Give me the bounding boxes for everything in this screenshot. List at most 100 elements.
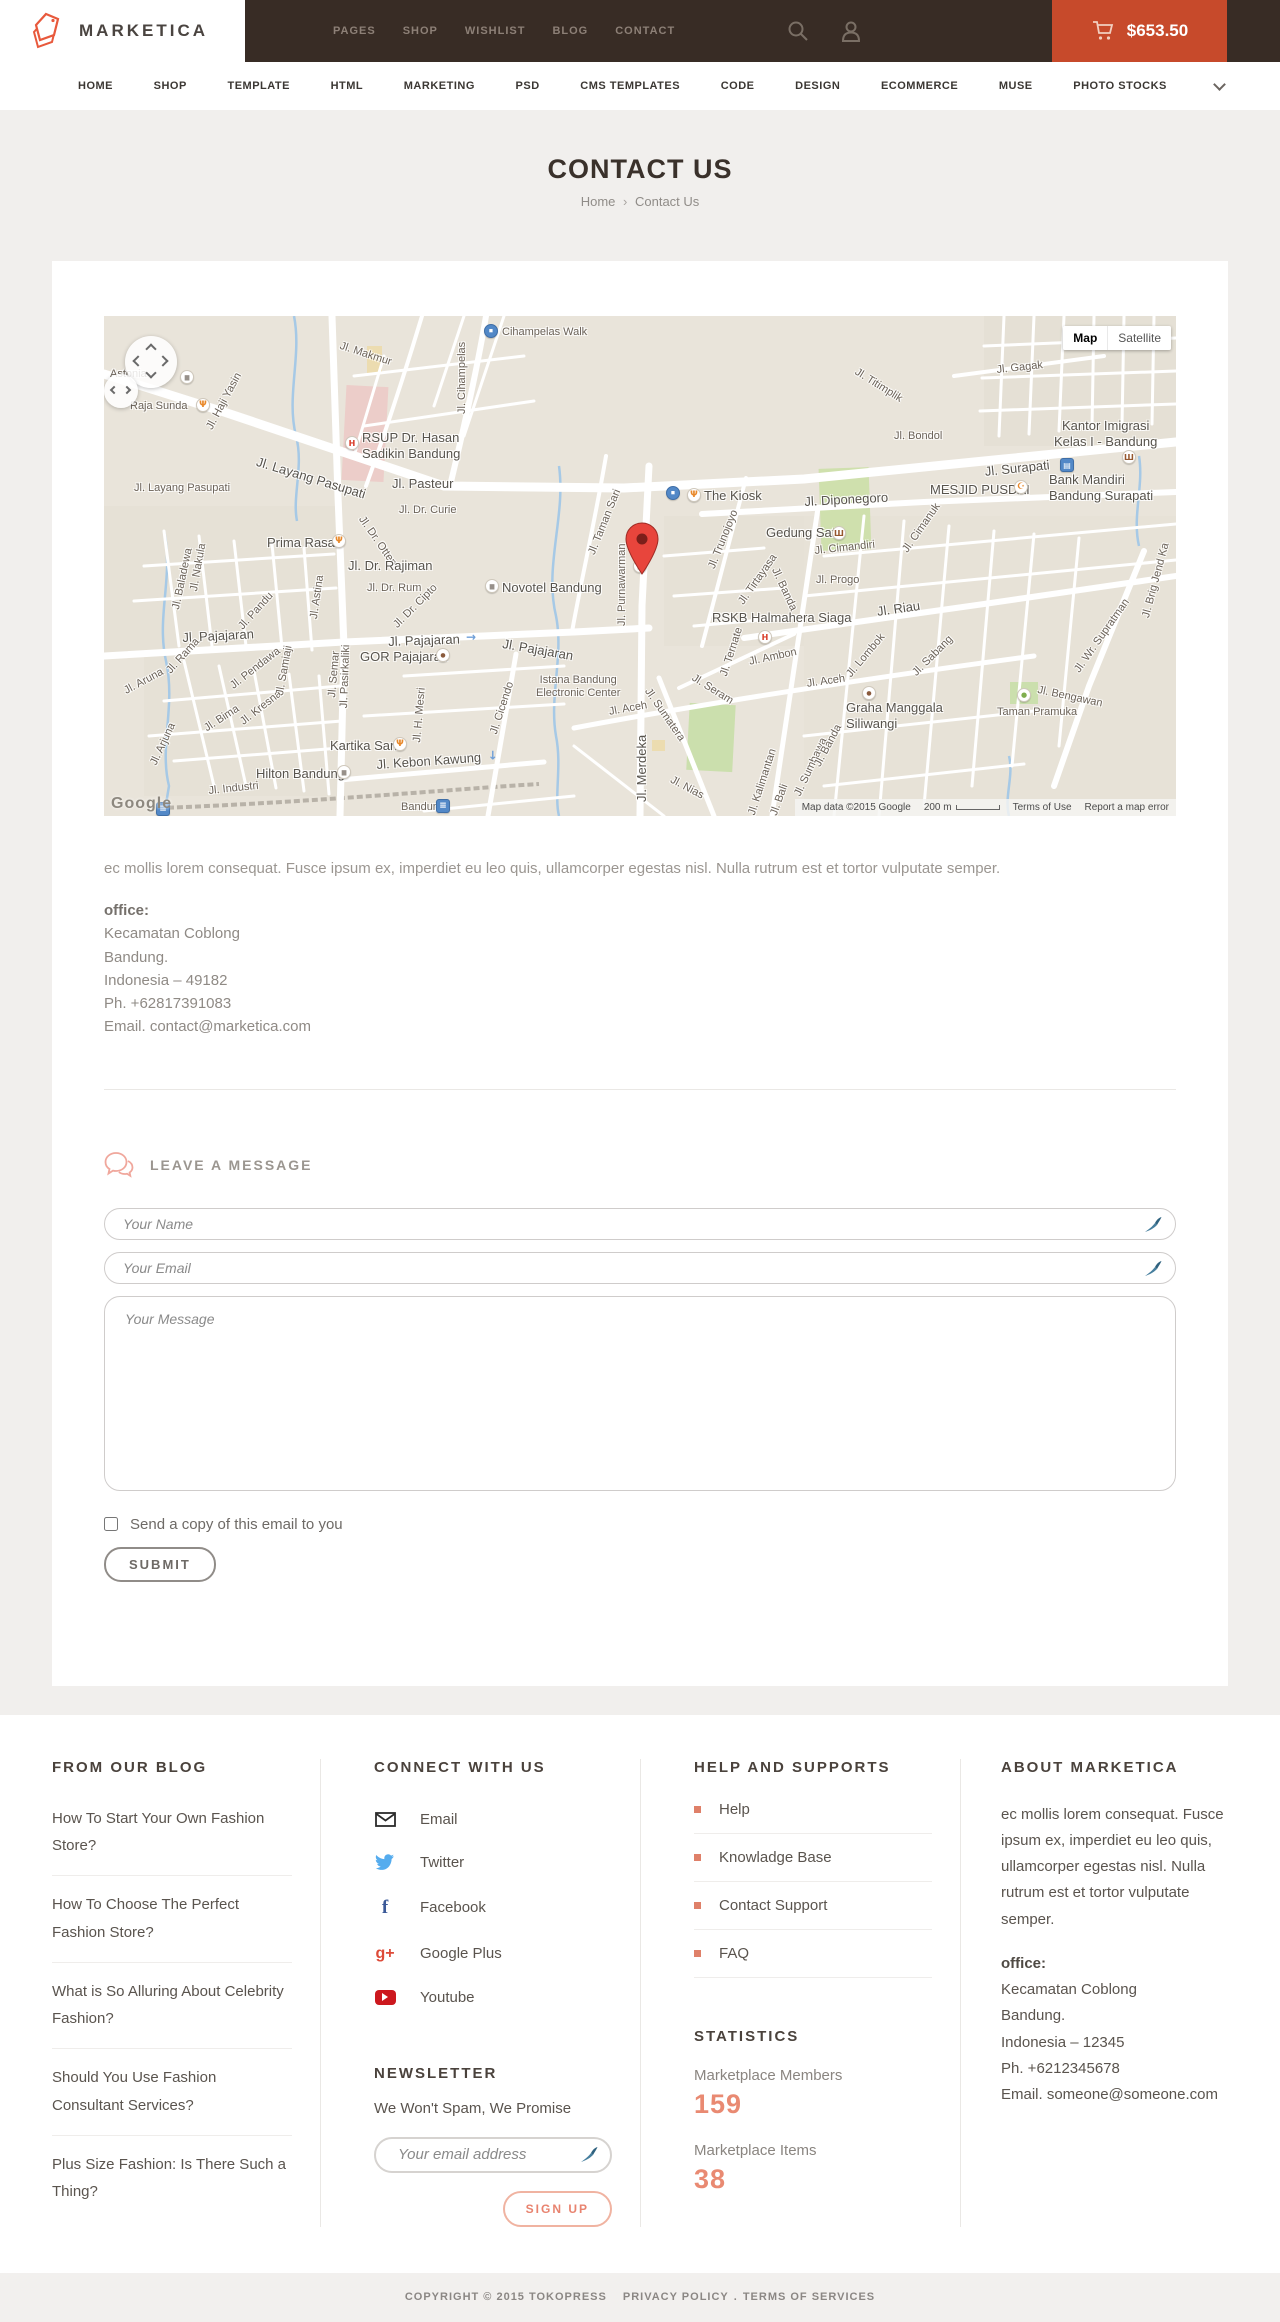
office-label: office: bbox=[1001, 1954, 1046, 1972]
connect-facebook[interactable]: f Facebook bbox=[374, 1884, 612, 1932]
top-nav-item[interactable]: SHOP bbox=[403, 25, 438, 37]
map-poi-icon bbox=[464, 630, 478, 644]
category-nav-item[interactable]: CMS TEMPLATES bbox=[580, 80, 680, 92]
map-attribution: Map data ©2015 Google 200 m Terms of Use… bbox=[794, 799, 1176, 816]
square-bullet-icon bbox=[694, 1853, 701, 1861]
map-poi-icon bbox=[485, 579, 499, 593]
category-nav-item[interactable]: ECOMMERCE bbox=[881, 80, 958, 92]
connect-email[interactable]: Email bbox=[374, 1798, 612, 1841]
breadcrumb-home[interactable]: Home bbox=[581, 194, 616, 209]
connect-twitter[interactable]: Twitter bbox=[374, 1841, 612, 1884]
map-view-button[interactable]: Map bbox=[1063, 326, 1108, 350]
category-nav-item[interactable]: PHOTO STOCKS bbox=[1073, 80, 1167, 92]
privacy-policy-link[interactable]: PRIVACY POLICY bbox=[623, 2291, 729, 2303]
connect-googleplus[interactable]: g+ Google Plus bbox=[374, 1932, 612, 1976]
account-icon[interactable] bbox=[841, 20, 861, 42]
map-street-label: Jl. Progo bbox=[816, 574, 860, 586]
map-secondary-control[interactable] bbox=[104, 374, 138, 408]
terms-link[interactable]: TERMS OF SERVICES bbox=[743, 2291, 875, 2303]
connect-label: Twitter bbox=[420, 1853, 465, 1871]
stat-value: 159 bbox=[694, 2088, 743, 2119]
map-poi-icon bbox=[666, 486, 680, 500]
map-street-label: Taman Pramuka bbox=[997, 706, 1078, 718]
pan-right-icon[interactable] bbox=[157, 355, 169, 367]
statistics-heading: STATISTICS bbox=[694, 2027, 800, 2045]
map-poi-icon bbox=[332, 534, 346, 548]
submit-button[interactable]: SUBMIT bbox=[104, 1546, 216, 1582]
google-plus-icon: g+ bbox=[375, 1944, 395, 1962]
category-nav-item[interactable]: HTML bbox=[331, 80, 364, 92]
category-nav-item[interactable]: MUSE bbox=[999, 80, 1033, 92]
map-poi-icon bbox=[180, 370, 194, 384]
map-street-label: Cihampelas Walk bbox=[502, 326, 588, 338]
chevron-down-icon[interactable] bbox=[1213, 77, 1226, 91]
category-nav-item[interactable]: MARKETING bbox=[404, 80, 475, 92]
search-icon[interactable] bbox=[787, 20, 809, 42]
pan-up-icon[interactable] bbox=[145, 343, 157, 355]
cart-button[interactable]: $653.50 bbox=[1052, 0, 1227, 62]
category-nav-item[interactable]: DESIGN bbox=[795, 80, 840, 92]
category-nav: HOME SHOP TEMPLATE HTML MARKETING PSD CMS TEMP… bbox=[0, 62, 1280, 110]
category-nav-item[interactable]: PSD bbox=[516, 80, 540, 92]
report-error-link[interactable]: Report a map error bbox=[1085, 802, 1169, 813]
send-copy-checkbox[interactable] bbox=[104, 1517, 118, 1531]
logo[interactable]: MARKETICA bbox=[0, 0, 245, 62]
blog-link[interactable]: What is So Alluring About Celebrity Fash… bbox=[52, 1961, 292, 2049]
top-nav-item[interactable]: WISHLIST bbox=[465, 25, 526, 37]
connect-label: Youtube bbox=[420, 1988, 475, 2006]
map-poi-icon bbox=[345, 436, 359, 450]
footer-blog-column: FROM OUR BLOG How To Start Your Own Fash… bbox=[0, 1758, 321, 2227]
google-map[interactable]: Cihampelas WalkAstoniaJl. Haji YasinRaja… bbox=[104, 316, 1176, 816]
category-nav-item[interactable]: HOME bbox=[78, 80, 113, 92]
control-right-icon[interactable] bbox=[122, 385, 132, 395]
help-link[interactable]: FAQ bbox=[694, 1930, 932, 1978]
top-nav: PAGES SHOP WISHLIST BLOG CONTACT bbox=[333, 25, 675, 37]
chat-bubbles-icon bbox=[104, 1151, 134, 1178]
square-bullet-icon bbox=[694, 1949, 701, 1957]
category-nav-item[interactable]: TEMPLATE bbox=[227, 80, 289, 92]
office-line: Indonesia – 49182 bbox=[104, 971, 228, 989]
blog-link[interactable]: Should You Use Fashion Consultant Servic… bbox=[52, 2048, 292, 2135]
signup-button[interactable]: SIGN UP bbox=[502, 2190, 612, 2227]
map-data-credit: Map data ©2015 Google bbox=[801, 802, 911, 813]
send-copy-label: Send a copy of this email to you bbox=[130, 1515, 343, 1533]
control-left-icon[interactable] bbox=[109, 385, 119, 395]
help-link[interactable]: Contact Support bbox=[694, 1882, 932, 1930]
footer-help-column: HELP AND SUPPORTS Help Knowladge Base Cont… bbox=[641, 1758, 961, 2227]
office-line: Email. someone@someone.com bbox=[1001, 2086, 1218, 2103]
map-poi-icon bbox=[687, 488, 701, 502]
message-input[interactable] bbox=[104, 1295, 1176, 1491]
connect-youtube[interactable]: Youtube bbox=[374, 1976, 612, 2019]
map-marker-pin[interactable] bbox=[625, 522, 659, 576]
office-line: Bandung. bbox=[104, 948, 169, 966]
map-type-buttons: Map Satellite bbox=[1063, 326, 1171, 350]
office-line: Email. contact@marketica.com bbox=[104, 1018, 311, 1036]
satellite-view-button[interactable]: Satellite bbox=[1107, 326, 1171, 350]
category-nav-item[interactable]: SHOP bbox=[154, 80, 187, 92]
newsletter-email-input[interactable] bbox=[398, 2146, 570, 2163]
name-input[interactable] bbox=[123, 1215, 1131, 1232]
map-poi-icon bbox=[1060, 458, 1074, 472]
connect-heading: CONNECT WITH US bbox=[374, 1758, 546, 1776]
terms-link[interactable]: Terms of Use bbox=[1013, 802, 1072, 813]
map-poi-icon bbox=[832, 526, 846, 540]
category-nav-item[interactable]: CODE bbox=[721, 80, 755, 92]
help-link[interactable]: Help bbox=[694, 1786, 932, 1834]
top-nav-item[interactable]: PAGES bbox=[333, 25, 376, 37]
map-street-label: RSKB Halmahera Siaga bbox=[712, 610, 852, 625]
map-street-label: Graha Manggala Siliwangi bbox=[846, 700, 943, 731]
top-nav-item[interactable]: BLOG bbox=[552, 25, 588, 37]
help-link[interactable]: Knowladge Base bbox=[694, 1834, 932, 1882]
pan-left-icon[interactable] bbox=[132, 355, 144, 367]
top-nav-item[interactable]: CONTACT bbox=[615, 25, 675, 37]
blog-link[interactable]: How To Choose The Perfect Fashion Store? bbox=[52, 1875, 292, 1962]
footer-connect-column: CONNECT WITH US Email Twitter f Facebook… bbox=[321, 1758, 641, 2227]
blog-link[interactable]: Plus Size Fashion: Is There Such a Thing… bbox=[52, 2134, 292, 2222]
office-line: Ph. +62817391083 bbox=[104, 995, 232, 1012]
email-input[interactable] bbox=[123, 1259, 1131, 1276]
map-poi-icon bbox=[486, 748, 500, 762]
blog-link[interactable]: How To Start Your Own Fashion Store? bbox=[52, 1790, 292, 1876]
map-street-label: GOR Pajajaran bbox=[360, 649, 449, 664]
pan-down-icon[interactable] bbox=[145, 367, 157, 379]
main-content: CONTACT US Home › Contact Us Cihampelas … bbox=[0, 110, 1280, 1715]
